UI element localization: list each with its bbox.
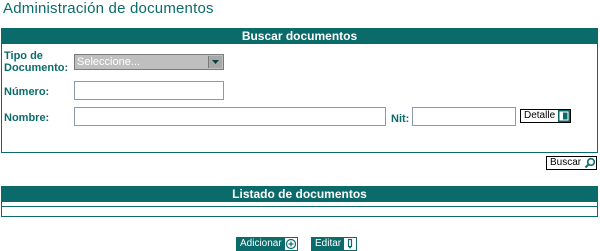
buscar-button[interactable]: Buscar — [546, 156, 598, 170]
edit-icon — [344, 238, 357, 250]
detalle-button[interactable]: Detalle — [520, 109, 572, 123]
nit-label: Nit: — [391, 113, 410, 125]
add-icon — [284, 238, 297, 250]
adicionar-button[interactable]: Adicionar — [236, 237, 298, 251]
tipo-documento-select[interactable]: Seleccione... — [74, 54, 224, 70]
list-panel-header: Listado de documentos — [2, 187, 597, 202]
tipo-documento-label: Tipo de Documento: — [4, 50, 69, 74]
tipo-documento-selected: Seleccione... — [77, 56, 140, 68]
search-icon — [584, 157, 597, 169]
numero-input[interactable] — [74, 81, 224, 100]
nombre-label: Nombre: — [4, 112, 50, 124]
search-panel-header: Buscar documentos — [2, 29, 597, 44]
adicionar-button-label: Adicionar — [240, 238, 282, 249]
nombre-input[interactable] — [74, 107, 386, 126]
search-panel: Buscar documentos Tipo de Documento: Sel… — [1, 28, 598, 153]
page-title: Administración de documentos — [3, 0, 214, 17]
buscar-button-label: Buscar — [550, 157, 582, 168]
list-panel: Listado de documentos — [1, 186, 598, 217]
editar-button-label: Editar — [315, 238, 342, 249]
detalle-button-label: Detalle — [524, 110, 556, 121]
numero-label: Número: — [4, 86, 50, 98]
nit-input[interactable] — [412, 107, 516, 126]
chevron-down-icon[interactable] — [208, 56, 222, 68]
list-divider — [2, 206, 597, 207]
detail-icon — [558, 110, 571, 122]
editar-button[interactable]: Editar — [311, 237, 358, 251]
